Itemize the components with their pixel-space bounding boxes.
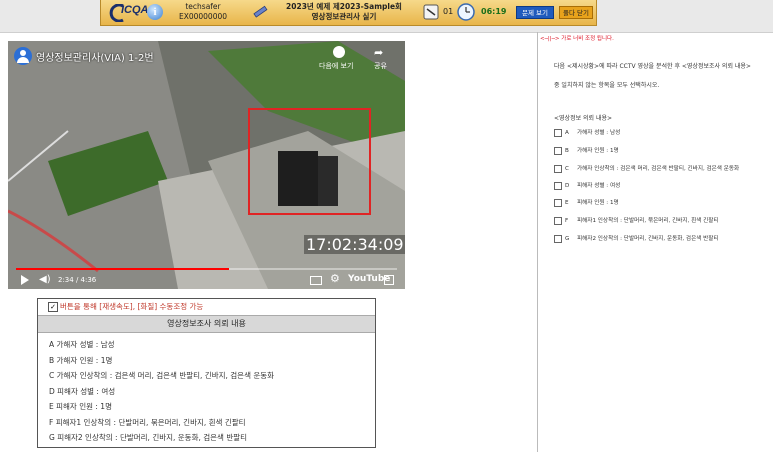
pencil-icon[interactable] — [251, 4, 269, 20]
exam-title-line1: 2023년 예제 제2023-Sample회 — [286, 2, 402, 11]
info-item: F 피해자1 인상착의 : 단발머리, 묶은머리, 긴바지, 흰색 긴팔티 — [49, 417, 246, 427]
question-text: 다음 <제시상황>에 따라 CCTV 영상을 분석한 후 <영상정보조사 의뢰 … — [554, 63, 751, 70]
option-f[interactable]: F 피해자1 인상착의 : 단발머리, 묶은머리, 긴바지, 흰색 긴팔티 — [554, 216, 719, 226]
resize-hint: <─||─> 가로 너비 조정 됩니다. — [540, 36, 614, 42]
volume-icon[interactable]: ◀) — [39, 274, 51, 285]
option-a[interactable]: A 가해자 성별 : 남성 — [554, 128, 620, 138]
option-label: C — [565, 166, 569, 172]
play-icon[interactable] — [21, 275, 29, 285]
exam-header-bar: ICQA i techsafer EX00000000 2023년 예제 제20… — [100, 0, 597, 26]
video-title[interactable]: 영상정보관리사(VIA) 1-2번 — [36, 49, 154, 64]
option-text: 피해자 인원 : 1명 — [577, 200, 619, 206]
remaining-time: 06:19 — [481, 7, 507, 16]
progress-fill — [16, 268, 230, 270]
option-checkbox[interactable] — [554, 128, 562, 137]
option-label: B — [565, 148, 569, 154]
user-id: EX00000000 — [178, 12, 228, 21]
option-label: E — [565, 200, 569, 206]
request-details-box: ✓ 버튼을 통해 [재생속도], [화질] 수동조정 가능 영상정보조사 의뢰 … — [37, 298, 376, 448]
user-info: techsafer EX00000000 — [175, 2, 231, 22]
share-icon[interactable]: ➦ — [374, 46, 383, 59]
option-checkbox[interactable] — [554, 234, 562, 243]
note-checkbox-icon: ✓ — [48, 302, 58, 312]
option-checkbox[interactable] — [554, 198, 562, 207]
option-b[interactable]: B 가해자 인원 : 1명 — [554, 146, 619, 156]
info-item: C 가해자 인상착의 : 검은색 머리, 검은색 반팔티, 긴바지, 검은색 운… — [49, 371, 275, 380]
option-label: D — [565, 183, 570, 189]
option-checkbox[interactable] — [554, 146, 562, 155]
option-label: F — [565, 218, 569, 224]
info-note-row: ✓ 버튼을 통해 [재생속도], [화질] 수동조정 가능 — [38, 299, 375, 314]
info-item: B 가해자 인원 : 1명 — [49, 355, 113, 365]
exam-title-line2: 영상정보관리사 실기 — [311, 12, 377, 21]
share-label[interactable]: 공유 — [374, 61, 387, 71]
video-time: 2:34 / 4:36 — [58, 276, 97, 284]
settings-gear-icon[interactable]: ⚙ — [330, 272, 340, 285]
option-label: G — [565, 236, 570, 242]
option-text: 피해자1 인상착의 : 단발머리, 묶은머리, 긴바지, 흰색 긴팔티 — [577, 218, 719, 224]
logo-text: ICQA — [121, 4, 149, 16]
calculator-icon[interactable] — [423, 4, 439, 20]
option-text: 피해자 성별 : 여성 — [577, 183, 621, 189]
option-text: 가해자 성별 : 남성 — [577, 130, 621, 136]
watch-later-icon[interactable] — [333, 46, 345, 58]
option-checkbox[interactable] — [554, 164, 562, 173]
option-checkbox[interactable] — [554, 216, 562, 225]
option-e[interactable]: E 피해자 인원 : 1명 — [554, 198, 619, 208]
progress-bar[interactable] — [16, 268, 397, 270]
info-list: A 가해자 성별 : 남성 B 가해자 인원 : 1명 C 가해자 인상착의 :… — [49, 337, 274, 446]
question-text-continued: 중 일치하지 않는 항목을 모두 선택하시오. — [554, 82, 660, 89]
option-text: 피해자2 인상착의 : 단발머리, 긴바지, 운동화, 검은색 반팔티 — [577, 236, 719, 242]
exam-title: 2023년 예제 제2023-Sample회 영상정보관리사 실기 — [279, 2, 409, 22]
close-button[interactable]: 풀다 닫기 — [559, 6, 593, 19]
watch-later-label[interactable]: 다음에 보기 — [319, 61, 353, 71]
info-item: E 피해자 인원 : 1명 — [49, 402, 112, 411]
info-item: D 피해자 성별 : 여성 — [49, 386, 116, 396]
view-question-button[interactable]: 문제 보기 — [516, 6, 554, 19]
option-c[interactable]: C 가해자 인상착의 : 검은색 머리, 검은색 반팔티, 긴바지, 검은색 운동… — [554, 164, 739, 174]
option-g[interactable]: G 피해자2 인상착의 : 단발머리, 긴바지, 운동화, 검은색 반팔티 — [554, 234, 719, 244]
option-checkbox[interactable] — [554, 181, 562, 190]
user-name: techsafer — [185, 2, 221, 11]
avatar-head-icon — [20, 50, 26, 56]
info-heading: 영상정보조사 의뢰 내용 — [38, 315, 375, 333]
info-note: 버튼을 통해 [재생속도], [화질] 수동조정 가능 — [60, 302, 204, 311]
avatar-body-icon — [17, 57, 29, 63]
options-heading: <영상정보 의뢰 내용> — [554, 115, 613, 122]
captions-icon[interactable] — [310, 276, 322, 285]
cctv-timestamp: 17:02:34:09 — [304, 235, 405, 254]
option-label: A — [565, 130, 569, 136]
clock-icon — [457, 3, 475, 21]
option-text: 가해자 인상착의 : 검은색 머리, 검은색 반팔티, 긴바지, 검은색 운동화 — [577, 166, 740, 172]
option-d[interactable]: D 피해자 성별 : 여성 — [554, 181, 620, 191]
question-panel: <─||─> 가로 너비 조정 됩니다. 다음 <제시상황>에 따라 CCTV … — [538, 32, 773, 452]
question-number: 01 — [443, 7, 454, 16]
info-item: G 피해자2 인상착의 : 단발머리, 긴바지, 운동화, 검은색 반팔티 — [49, 433, 248, 442]
cctv-video-player[interactable]: 영상정보관리사(VIA) 1-2번 ➦ 다음에 보기 공유 17:02:34:0… — [8, 41, 405, 289]
fullscreen-icon[interactable] — [384, 275, 394, 285]
info-item: A 가해자 성별 : 남성 — [49, 340, 115, 349]
option-text: 가해자 인원 : 1명 — [577, 148, 619, 154]
info-icon[interactable]: i — [147, 4, 163, 20]
